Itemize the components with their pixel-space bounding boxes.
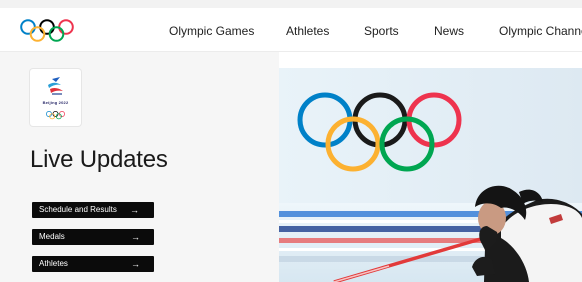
browser-top-strip (0, 0, 582, 8)
nav-news[interactable]: News (434, 24, 464, 38)
athletes-button[interactable]: Athletes → (32, 256, 154, 272)
beijing-2022-emblem-icon (46, 77, 65, 120)
site-header: Olympic Games Athletes Sports News Olymp… (0, 8, 582, 52)
nav-olympic-games[interactable]: Olympic Games (169, 24, 254, 38)
olympic-rings-icon[interactable] (19, 18, 75, 44)
schedule-and-results-button[interactable]: Schedule and Results → (32, 202, 154, 218)
arrow-right-icon: → (131, 259, 140, 269)
nav-sports[interactable]: Sports (364, 24, 399, 38)
page-title: Live Updates (30, 146, 168, 173)
nav-athletes[interactable]: Athletes (286, 24, 329, 38)
curling-athlete-photo[interactable] (279, 68, 582, 282)
medals-button[interactable]: Medals → (32, 229, 154, 245)
athletes-label: Athletes (39, 259, 68, 268)
emblem-wordmark: Beijing 2022 (42, 100, 69, 105)
beijing-2022-emblem-card: Beijing 2022 (30, 69, 81, 126)
nav-olympic-channel[interactable]: Olympic Channe (499, 24, 582, 38)
schedule-and-results-label: Schedule and Results (39, 205, 117, 214)
arrow-right-icon: → (130, 205, 139, 215)
arrow-right-icon: → (131, 232, 140, 242)
live-updates-panel: Beijing 2022 Live Updates Schedule and R… (0, 52, 279, 282)
medals-label: Medals (39, 232, 65, 241)
